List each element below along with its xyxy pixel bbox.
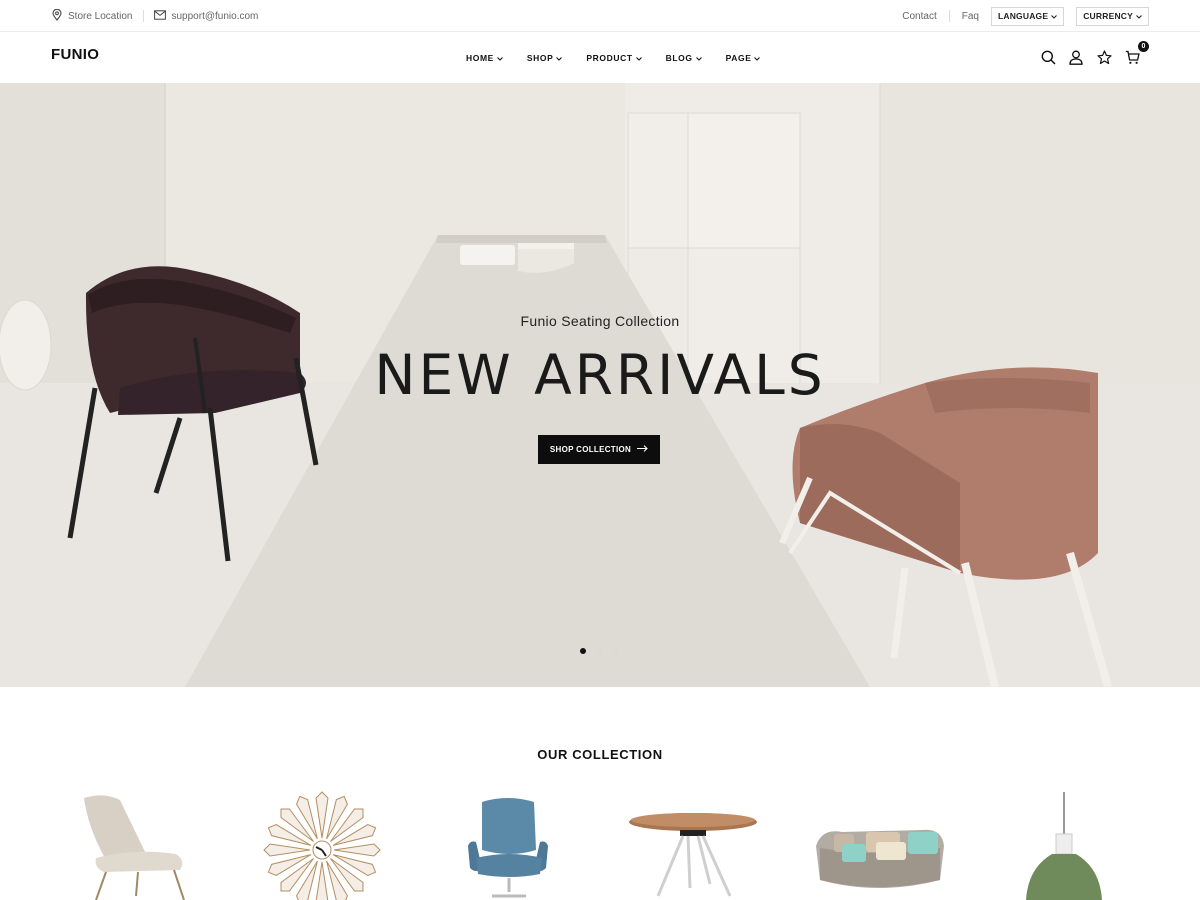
chevron-down-icon <box>556 53 563 63</box>
chevron-down-icon <box>1136 11 1142 21</box>
collection-list <box>0 788 1200 900</box>
currency-label: CURRENCY <box>1083 11 1133 21</box>
currency-dropdown[interactable]: CURRENCY <box>1076 6 1149 26</box>
slider-dots <box>580 648 618 654</box>
collection-title: OUR COLLECTION <box>537 747 663 762</box>
header-icons: 0 <box>1040 32 1149 83</box>
product-round-table[interactable] <box>628 788 758 900</box>
star-icon[interactable] <box>1096 50 1112 66</box>
nav-product[interactable]: PRODUCT <box>586 52 642 63</box>
main-header: FUNIO HOME SHOP PRODUCT BLOG PAGE 0 <box>0 32 1200 83</box>
chevron-down-icon <box>497 53 503 63</box>
cart-count-badge: 0 <box>1138 40 1149 52</box>
user-icon[interactable] <box>1068 50 1084 66</box>
hero-slider: Funio Seating Collection NEW ARRIVALS SH… <box>0 83 1200 687</box>
chevron-down-icon <box>1051 11 1058 21</box>
language-dropdown[interactable]: LANGUAGE <box>990 6 1065 26</box>
map-pin-icon <box>52 8 62 24</box>
hero-title: NEW ARRIVALS <box>374 343 826 407</box>
nav-label: HOME <box>466 52 494 63</box>
arrow-right-icon <box>637 445 648 454</box>
logo[interactable]: FUNIO <box>51 46 99 63</box>
nav-blog[interactable]: BLOG <box>666 53 702 63</box>
shop-collection-button[interactable]: SHOP COLLECTION <box>538 435 660 464</box>
product-office-chair[interactable] <box>462 788 557 900</box>
hero-text: Funio Seating Collection NEW ARRIVALS <box>0 313 1200 407</box>
chevron-down-icon <box>754 53 761 63</box>
store-location-link[interactable]: Store Location <box>52 8 133 24</box>
slider-dot-1[interactable] <box>580 648 586 654</box>
chevron-down-icon <box>635 53 642 63</box>
contact-link[interactable]: Contact <box>902 11 936 22</box>
nav-label: PAGE <box>725 52 752 63</box>
mail-icon <box>153 9 166 23</box>
product-outdoor-sofa[interactable] <box>812 788 947 900</box>
shop-collection-label: SHOP COLLECTION <box>549 445 632 454</box>
nav-page[interactable]: PAGE <box>726 53 761 63</box>
nav-label: BLOG <box>665 52 693 63</box>
top-bar: Store Location support@funio.com Contact… <box>0 0 1200 32</box>
slider-dot-2[interactable] <box>596 648 602 654</box>
main-nav: HOME SHOP PRODUCT BLOG PAGE <box>466 32 761 83</box>
nav-shop[interactable]: SHOP <box>527 53 563 63</box>
language-label: LANGUAGE <box>997 11 1049 21</box>
slider-dot-3[interactable] <box>612 648 618 654</box>
top-bar-right: Contact Faq LANGUAGE CURRENCY <box>902 0 1149 32</box>
store-location-label: Store Location <box>68 10 133 22</box>
product-lounge-chair[interactable] <box>76 788 196 900</box>
divider <box>142 10 144 22</box>
faq-link[interactable]: Faq <box>962 11 979 22</box>
search-icon[interactable] <box>1040 50 1056 66</box>
divider <box>948 10 950 22</box>
email-link[interactable]: support@funio.com <box>153 9 259 23</box>
cart-icon[interactable]: 0 <box>1124 40 1149 66</box>
product-sunburst-clock[interactable] <box>244 788 399 900</box>
nav-label: PRODUCT <box>586 52 633 63</box>
nav-label: SHOP <box>526 52 554 63</box>
nav-home[interactable]: HOME <box>466 53 503 63</box>
chevron-down-icon <box>695 53 702 63</box>
top-bar-left: Store Location support@funio.com <box>52 0 258 32</box>
product-pendant-lamp[interactable] <box>1024 788 1104 900</box>
email-label: support@funio.com <box>171 10 259 22</box>
hero-subtitle: Funio Seating Collection <box>520 313 680 329</box>
